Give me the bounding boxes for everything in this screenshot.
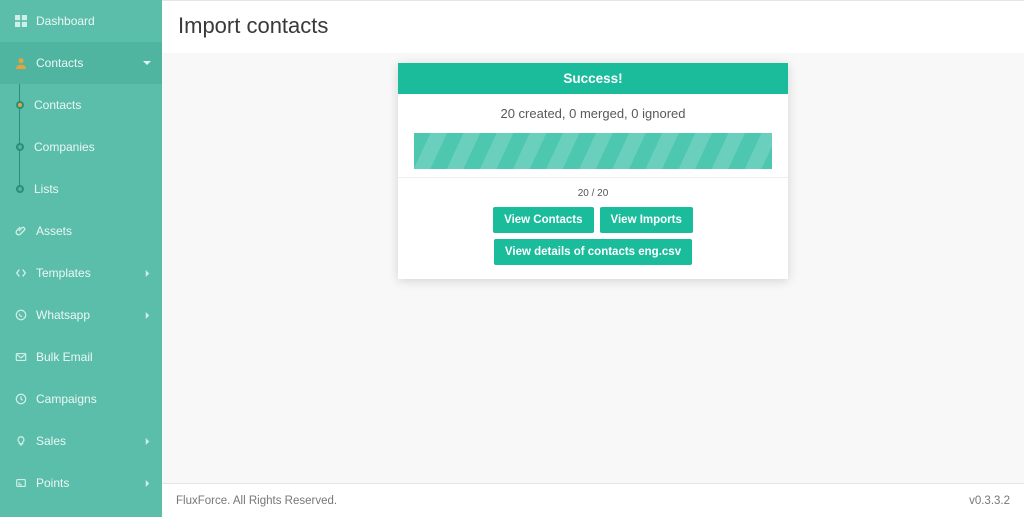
card-header: Success! [398, 63, 788, 94]
nav-label: Points [36, 476, 142, 490]
caret-right-icon [142, 436, 152, 446]
user-icon [14, 56, 28, 70]
nav-whatsapp[interactable]: Whatsapp [0, 294, 162, 336]
nav-contacts[interactable]: Contacts [0, 42, 162, 84]
nav-dashboard[interactable]: Dashboard [0, 0, 162, 42]
nav-points[interactable]: Points [0, 462, 162, 504]
code-icon [14, 266, 28, 280]
view-contacts-button[interactable]: View Contacts [493, 207, 593, 233]
nav-label: Assets [36, 224, 152, 238]
caret-right-icon [142, 310, 152, 320]
nav-bulk-email[interactable]: Bulk Email [0, 336, 162, 378]
view-details-button[interactable]: View details of contacts eng.csv [494, 239, 692, 265]
view-imports-button[interactable]: View Imports [600, 207, 693, 233]
import-result-card: Success! 20 created, 0 merged, 0 ignored… [398, 63, 788, 279]
nav-label: Bulk Email [36, 350, 152, 364]
nav-label: Campaigns [36, 392, 152, 406]
nav-campaigns[interactable]: Campaigns [0, 378, 162, 420]
lightbulb-icon [14, 434, 28, 448]
nav-sub-label: Lists [34, 182, 59, 196]
nav-templates[interactable]: Templates [0, 252, 162, 294]
card-footer: 20 / 20 View Contacts View Imports View … [398, 177, 788, 279]
card-actions: View Contacts View Imports View details … [412, 207, 774, 265]
progress-count: 20 / 20 [412, 188, 774, 199]
nav-sub-lists[interactable]: Lists [0, 168, 162, 210]
nav-label: Contacts [36, 56, 142, 70]
tree-dot-icon [16, 185, 24, 193]
caret-right-icon [142, 478, 152, 488]
whatsapp-icon [14, 308, 28, 322]
import-stats: 20 created, 0 merged, 0 ignored [414, 106, 772, 121]
footer-version: v0.3.3.2 [969, 495, 1010, 507]
nav-label: Templates [36, 266, 142, 280]
envelope-icon [14, 350, 28, 364]
progress-bar [414, 133, 772, 169]
clock-icon [14, 392, 28, 406]
footer-copyright: FluxForce. All Rights Reserved. [176, 495, 337, 507]
nav-sub-contacts[interactable]: Contacts [0, 84, 162, 126]
nav-sub-label: Companies [34, 140, 95, 154]
grid-icon [14, 14, 28, 28]
caret-down-icon [142, 58, 152, 68]
tree-dot-icon [16, 143, 24, 151]
caret-right-icon [142, 268, 152, 278]
nav-assets[interactable]: Assets [0, 210, 162, 252]
content: Success! 20 created, 0 merged, 0 ignored… [162, 53, 1024, 517]
card-body: 20 created, 0 merged, 0 ignored [398, 94, 788, 177]
nav-label: Sales [36, 434, 142, 448]
page-header: Import contacts [162, 1, 1024, 53]
nav-sub-companies[interactable]: Companies [0, 126, 162, 168]
nav-label: Dashboard [36, 14, 152, 28]
nav-sales[interactable]: Sales [0, 420, 162, 462]
paperclip-icon [14, 224, 28, 238]
tree-dot-icon [16, 101, 24, 109]
page-title: Import contacts [178, 13, 1008, 39]
main: Import contacts Success! 20 created, 0 m… [162, 0, 1024, 517]
page-footer: FluxForce. All Rights Reserved. v0.3.3.2 [162, 483, 1024, 517]
nav-contacts-subtree: Contacts Companies Lists [0, 84, 162, 210]
nav-sub-label: Contacts [34, 98, 81, 112]
points-icon [14, 476, 28, 490]
sidebar: Dashboard Contacts Contacts Companies Li… [0, 0, 162, 517]
nav-label: Whatsapp [36, 308, 142, 322]
